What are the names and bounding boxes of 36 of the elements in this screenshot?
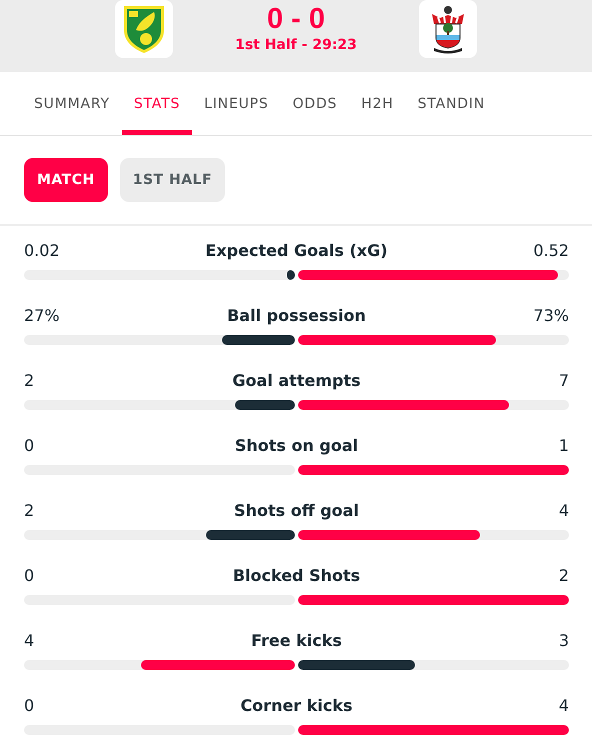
- tab[interactable]: STATS: [122, 72, 192, 135]
- tab[interactable]: ODDS: [280, 72, 350, 135]
- canary-crest-icon: [122, 4, 166, 54]
- tab[interactable]: LINEUPS: [192, 72, 281, 135]
- away-value: 7: [558, 370, 569, 390]
- stat-name: Expected Goals (xG): [205, 240, 388, 260]
- home-value: 2: [24, 500, 34, 520]
- home-value: 0: [24, 696, 34, 714]
- stat-name: Blocked Shots: [232, 566, 360, 584]
- stat-name: Ball possession: [227, 306, 366, 324]
- match-score: 0 - 0: [266, 3, 326, 35]
- home-value: 2: [24, 370, 34, 390]
- stat-name: Free kicks: [251, 630, 342, 650]
- home-value: 27%: [24, 306, 60, 324]
- away-value: 73%: [533, 306, 569, 324]
- stat-name: Shots on goal: [234, 436, 358, 454]
- stat-name: Goal attempts: [232, 370, 361, 390]
- home-value: 0: [24, 566, 34, 584]
- away-value: 4: [558, 696, 569, 714]
- away-value: 3: [558, 630, 569, 650]
- team-logo[interactable]: [419, 0, 477, 58]
- period-button[interactable]: MATCH: [24, 158, 108, 202]
- stat-name: Corner kicks: [240, 696, 353, 714]
- home-value: 0: [24, 436, 34, 454]
- home-value: 0.02: [24, 240, 60, 260]
- home-value: 4: [24, 630, 34, 650]
- tab[interactable]: SUMMARY: [22, 72, 122, 135]
- away-value: 2: [558, 566, 569, 584]
- match-status: 1st Half - 29:23: [235, 37, 357, 53]
- tab[interactable]: STANDIN: [406, 72, 498, 135]
- period-button[interactable]: 1ST HALF: [120, 158, 226, 202]
- away-value: 1: [558, 436, 569, 454]
- away-value: 0.52: [533, 240, 569, 260]
- tab[interactable]: H2H: [349, 72, 406, 135]
- away-value: 4: [558, 500, 569, 520]
- stat-name: Shots off goal: [234, 500, 359, 520]
